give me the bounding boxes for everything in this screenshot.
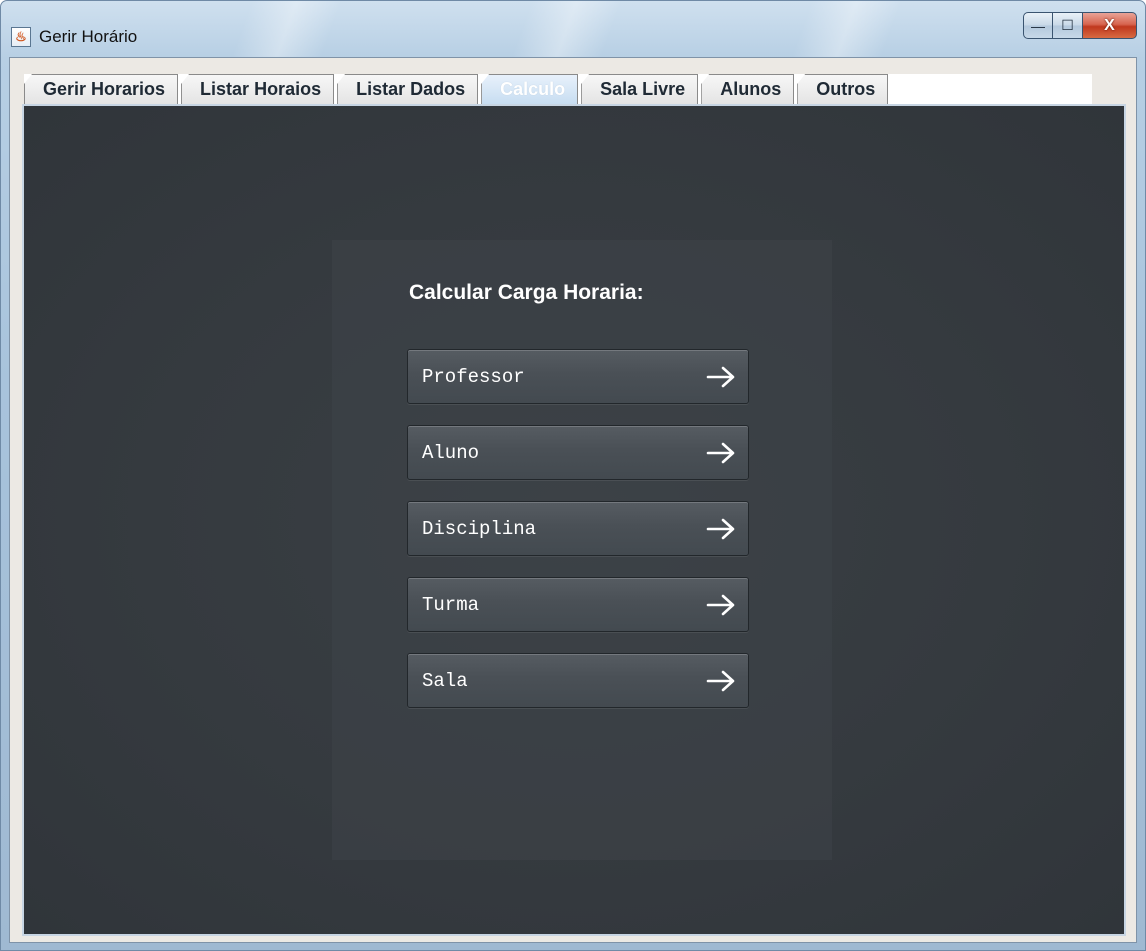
arrow-right-icon — [706, 366, 735, 387]
button-label: Professor — [422, 365, 525, 388]
sala-button[interactable]: Sala — [407, 653, 749, 708]
tab-alunos[interactable]: Alunos — [701, 74, 795, 104]
arrow-right-icon — [706, 442, 735, 463]
app-window: ♨ Gerir Horário — ☐ X Gerir Horarios Lis… — [0, 0, 1146, 951]
java-cup-icon: ♨ — [11, 27, 31, 47]
calculo-panel: Calcular Carga Horaria: Professor Aluno … — [22, 104, 1126, 936]
arrow-right-icon — [706, 594, 735, 615]
window-controls: — ☐ X — [1023, 12, 1137, 42]
minimize-button[interactable]: — — [1023, 12, 1053, 39]
title-bar[interactable]: ♨ Gerir Horário — ☐ X — [1, 1, 1145, 57]
button-label: Sala — [422, 669, 468, 692]
arrow-right-icon — [706, 518, 735, 539]
tab-listar-horaios[interactable]: Listar Horaios — [181, 74, 335, 104]
disciplina-button[interactable]: Disciplina — [407, 501, 749, 556]
aluno-button[interactable]: Aluno — [407, 425, 749, 480]
turma-button[interactable]: Turma — [407, 577, 749, 632]
button-label: Aluno — [422, 441, 480, 464]
tab-gerir-horarios[interactable]: Gerir Horarios — [24, 74, 179, 104]
button-label: Turma — [422, 593, 480, 616]
button-label: Disciplina — [422, 517, 537, 540]
window-title: Gerir Horário — [39, 27, 138, 46]
client-area: Gerir Horarios Listar Horaios Listar Dad… — [9, 57, 1137, 943]
tab-outros[interactable]: Outros — [797, 74, 889, 104]
tab-strip: Gerir Horarios Listar Horaios Listar Dad… — [24, 74, 1092, 104]
tab-sala-livre[interactable]: Sala Livre — [581, 74, 699, 104]
maximize-button[interactable]: ☐ — [1053, 12, 1083, 39]
tab-calculo[interactable]: Calculo — [481, 74, 579, 104]
tab-listar-dados[interactable]: Listar Dados — [337, 74, 479, 104]
professor-button[interactable]: Professor — [407, 349, 749, 404]
close-button[interactable]: X — [1083, 12, 1137, 39]
arrow-right-icon — [706, 670, 735, 691]
section-heading: Calcular Carga Horaria: — [409, 281, 644, 304]
